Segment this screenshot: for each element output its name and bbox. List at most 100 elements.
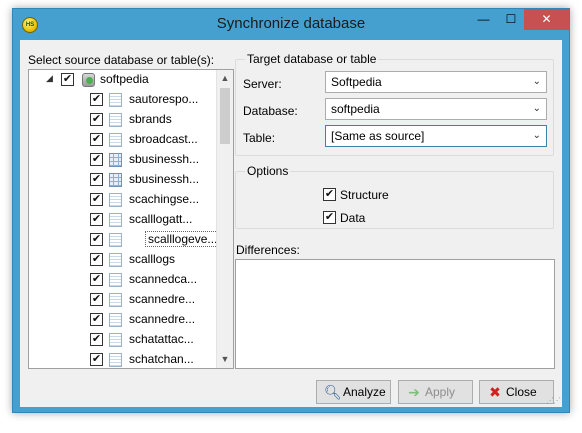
- tree-item[interactable]: ✔ scalllogs: [29, 250, 219, 270]
- close-label: Close: [506, 385, 537, 399]
- grid-table-icon: [109, 173, 122, 187]
- resize-grip-icon[interactable]: ⋰⋰: [546, 396, 561, 405]
- scroll-up-arrow-icon[interactable]: ▲: [217, 70, 233, 87]
- table-icon: [109, 193, 122, 207]
- tree-item-checkbox[interactable]: ✔: [90, 233, 103, 246]
- maximize-button[interactable]: ☐: [498, 9, 524, 30]
- tree-item-label: scalllogatt...: [129, 212, 193, 226]
- tree-item[interactable]: ✔ scannedca...: [29, 270, 219, 290]
- synchronize-database-window: HS Synchronize database — ☐ ✕ Select sou…: [12, 8, 570, 413]
- chevron-down-icon: ⌄: [532, 76, 541, 87]
- tree-item-label: sbusinessh...: [129, 152, 200, 166]
- close-icon: ✖: [489, 384, 501, 400]
- root-checkbox[interactable]: ✔: [61, 73, 74, 86]
- tree-item[interactable]: ✔ schatchan...: [29, 350, 219, 368]
- options-group: [235, 171, 554, 229]
- title-bar[interactable]: HS Synchronize database — ☐ ✕: [13, 9, 569, 40]
- table-icon: [109, 213, 122, 227]
- tree-item-checkbox[interactable]: ✔: [90, 193, 103, 206]
- dialog-client-area: Select source database or table(s): ◢ ✔ …: [20, 40, 562, 407]
- options-group-title: Options: [245, 164, 291, 178]
- tree-item[interactable]: ✔ scalllogatt...: [29, 210, 219, 230]
- tree-item-checkbox[interactable]: ✔: [90, 333, 103, 346]
- analyze-label: Analyze: [343, 385, 386, 399]
- tree-item[interactable]: ✔ scalllogeve...: [29, 230, 221, 250]
- server-label: Server:: [243, 77, 282, 91]
- tree-item-label: schatattac...: [129, 332, 194, 346]
- tree-item-label: scannedca...: [129, 272, 198, 286]
- tree-item[interactable]: ✔ sbusinessh...: [29, 150, 219, 170]
- tree-item[interactable]: ✔ scachingse...: [29, 190, 219, 210]
- tree-item[interactable]: ✔ sbrands: [29, 110, 219, 130]
- table-icon: [109, 313, 122, 327]
- close-button[interactable]: ✖ Close: [479, 380, 554, 404]
- tree-item-label: sbrands: [129, 112, 172, 126]
- database-icon: [82, 73, 95, 87]
- tree-item-label: scannedre...: [129, 312, 196, 326]
- table-icon: [109, 133, 122, 147]
- tree-item-checkbox[interactable]: ✔: [90, 153, 103, 166]
- collapse-arrow-icon[interactable]: ◢: [46, 73, 53, 84]
- magnifier-icon: 🔍︎: [324, 384, 342, 400]
- table-icon: [109, 233, 122, 247]
- table-icon: [109, 333, 122, 347]
- table-label: Table:: [243, 131, 276, 145]
- server-select[interactable]: Softpedia ⌄: [325, 71, 547, 93]
- table-icon: [109, 113, 122, 127]
- tree-item-checkbox[interactable]: ✔: [90, 213, 103, 226]
- tree-item-label: scannedre...: [129, 292, 196, 306]
- structure-checkbox[interactable]: ✔: [323, 188, 336, 201]
- differences-panel[interactable]: [235, 259, 555, 369]
- window-close-button[interactable]: ✕: [524, 9, 569, 30]
- table-select[interactable]: [Same as source] ⌄: [325, 125, 547, 147]
- tree-item-checkbox[interactable]: ✔: [90, 173, 103, 186]
- source-tree[interactable]: ◢ ✔ softpedia ✔ sautorespo... ✔ sbrands ✔ sbr…: [28, 69, 234, 369]
- tree-item-label: sautorespo...: [129, 92, 199, 106]
- table-icon: [109, 353, 122, 367]
- differences-label: Differences:: [236, 243, 300, 257]
- tree-item[interactable]: ✔ scannedre...: [29, 310, 219, 330]
- apply-button[interactable]: ➔ Apply: [398, 380, 473, 404]
- tree-item-checkbox[interactable]: ✔: [90, 313, 103, 326]
- source-label: Select source database or table(s):: [28, 53, 215, 67]
- tree-item[interactable]: ✔ scannedre...: [29, 290, 219, 310]
- data-label: Data: [340, 211, 366, 225]
- tree-item-label: scalllogs: [129, 252, 176, 266]
- minimize-button[interactable]: —: [470, 9, 497, 30]
- arrow-right-icon: ➔: [408, 384, 420, 400]
- table-icon: [109, 253, 122, 267]
- tree-item-checkbox[interactable]: ✔: [90, 273, 103, 286]
- data-checkbox[interactable]: ✔: [323, 211, 336, 224]
- tree-item-label: scalllogeve...: [145, 231, 221, 247]
- tree-item-label: sbusinessh...: [129, 172, 200, 186]
- table-value: [Same as source]: [331, 129, 425, 143]
- scroll-thumb[interactable]: [220, 88, 230, 144]
- target-group-title: Target database or table: [245, 52, 379, 66]
- tree-item-checkbox[interactable]: ✔: [90, 353, 103, 366]
- tree-scrollbar[interactable]: ▲ ▼: [216, 70, 233, 368]
- tree-item-label: schatchan...: [129, 352, 194, 366]
- tree-item[interactable]: ✔ sautorespo...: [29, 90, 219, 110]
- table-icon: [109, 293, 122, 307]
- tree-item-checkbox[interactable]: ✔: [90, 133, 103, 146]
- server-value: Softpedia: [331, 75, 382, 89]
- scroll-down-arrow-icon[interactable]: ▼: [217, 351, 233, 368]
- grid-table-icon: [109, 153, 122, 167]
- table-icon: [109, 273, 122, 287]
- tree-item-checkbox[interactable]: ✔: [90, 113, 103, 126]
- analyze-button[interactable]: 🔍︎ Analyze: [316, 380, 391, 404]
- database-select[interactable]: softpedia ⌄: [325, 98, 547, 120]
- tree-item-checkbox[interactable]: ✔: [90, 293, 103, 306]
- tree-item[interactable]: ✔ schatattac...: [29, 330, 219, 350]
- tree-item[interactable]: ✔ sbroadcast...: [29, 130, 219, 150]
- tree-item[interactable]: ✔ sbusinessh...: [29, 170, 219, 190]
- tree-item-checkbox[interactable]: ✔: [90, 253, 103, 266]
- tree-root-node[interactable]: ◢ ✔ softpedia: [29, 70, 219, 90]
- tree-item-label: scachingse...: [129, 192, 200, 206]
- chevron-down-icon: ⌄: [532, 130, 541, 141]
- database-label: Database:: [243, 104, 298, 118]
- tree-item-checkbox[interactable]: ✔: [90, 93, 103, 106]
- database-value: softpedia: [331, 102, 380, 116]
- apply-label: Apply: [425, 385, 456, 399]
- tree-item-label: sbroadcast...: [129, 132, 198, 146]
